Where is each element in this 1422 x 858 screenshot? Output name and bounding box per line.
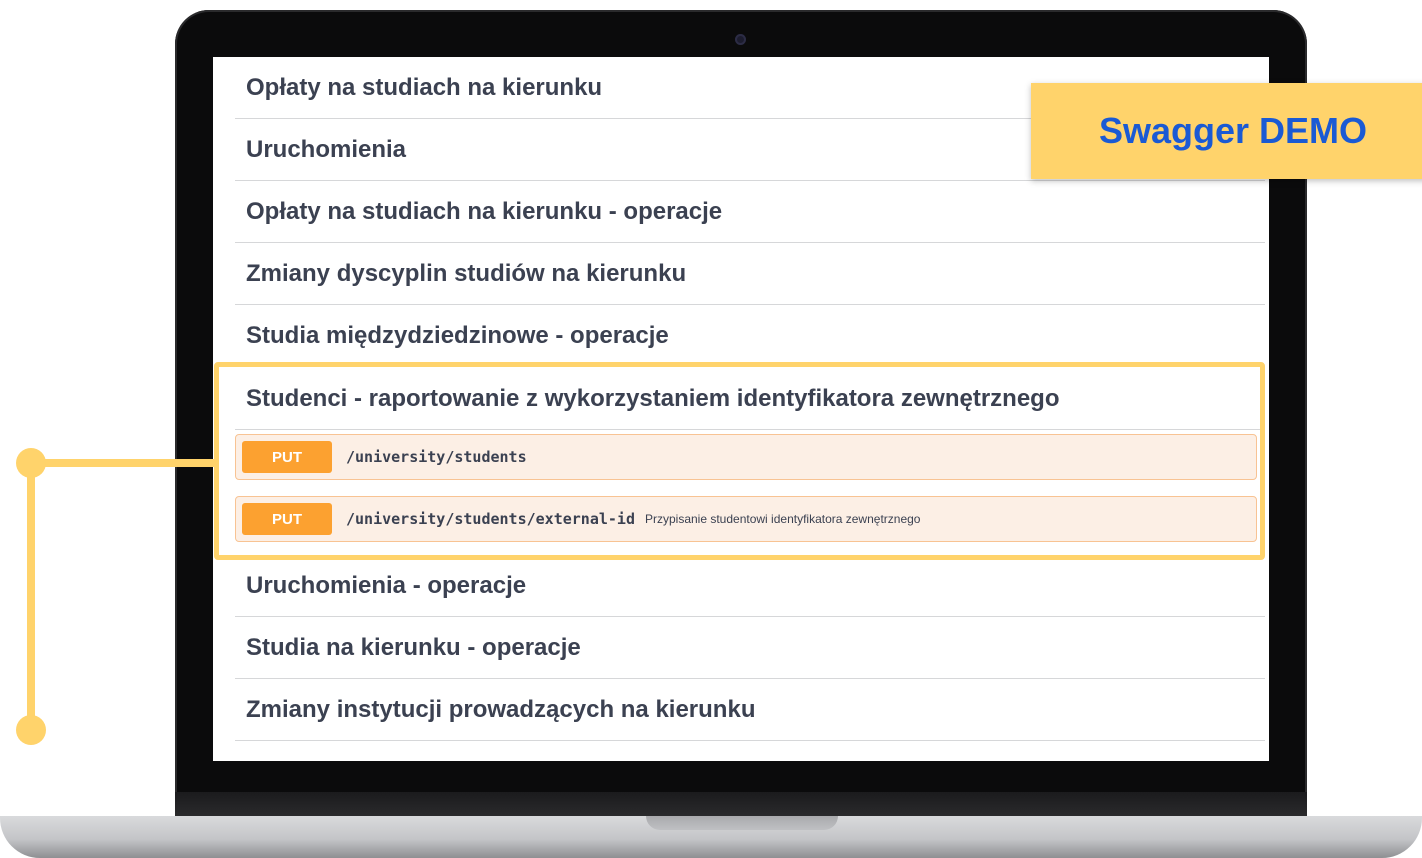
connector-dot-bottom: [16, 715, 46, 745]
connector-line-vertical: [27, 462, 35, 730]
tag-section-studia-miedzydziedzinowe[interactable]: Studia międzydziedzinowe - operacje: [235, 305, 1265, 367]
tag-section-zmiany-instytucji[interactable]: Zmiany instytucji prowadzących na kierun…: [235, 679, 1265, 741]
camera-icon: [735, 34, 746, 45]
connector-line-horizontal: [32, 459, 216, 467]
laptop-hinge: [175, 792, 1307, 816]
highlight-frame: [214, 362, 1265, 560]
swagger-demo-banner: Swagger DEMO: [1031, 83, 1422, 179]
tag-section-zmiany-dyscyplin[interactable]: Zmiany dyscyplin studiów na kierunku: [235, 243, 1265, 305]
tag-section-studia-na-kierunku[interactable]: Studia na kierunku - operacje: [235, 617, 1265, 679]
connector-dot-top: [16, 448, 46, 478]
tag-section-uruchomienia-operacje[interactable]: Uruchomienia - operacje: [235, 555, 1265, 617]
tag-section-oplaty-operacje[interactable]: Opłaty na studiach na kierunku - operacj…: [235, 181, 1265, 243]
laptop-notch: [646, 816, 838, 830]
